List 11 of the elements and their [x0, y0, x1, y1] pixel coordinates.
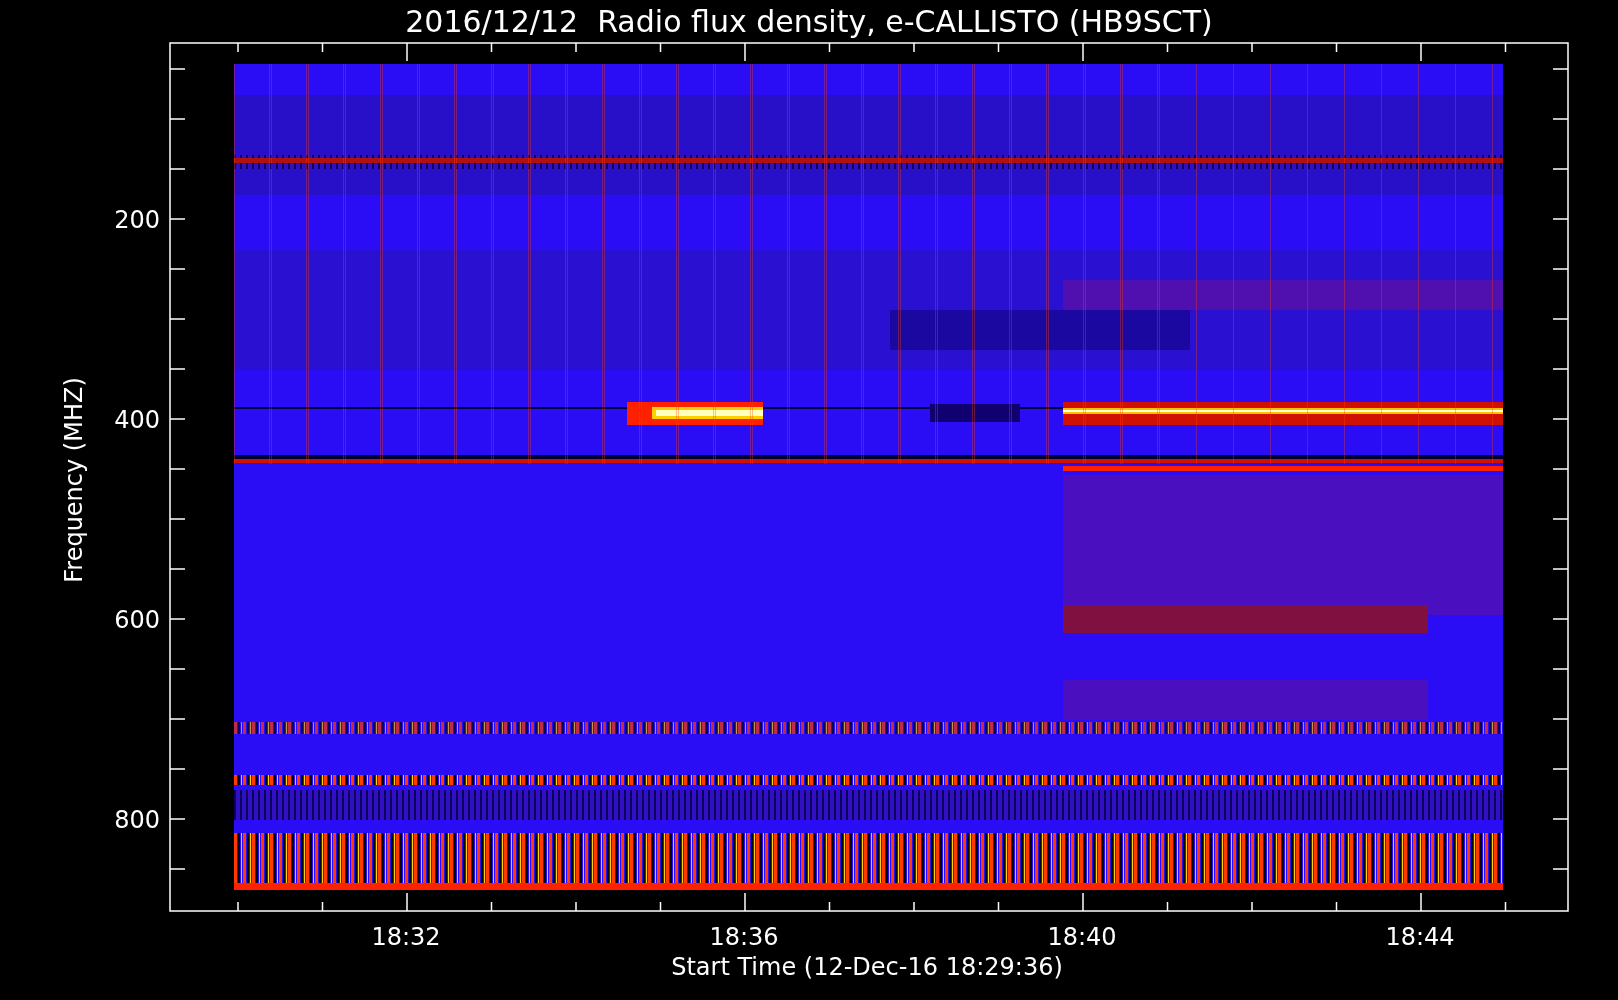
y-tick-label: 400 — [114, 406, 160, 434]
x-tick-label: 18:32 — [371, 923, 441, 951]
x-tick-label: 18:40 — [1047, 923, 1117, 951]
x-tick-label: 18:44 — [1385, 923, 1455, 951]
y-tick-label: 200 — [114, 206, 160, 234]
x-axis-label: Start Time (12-Dec-16 18:29:36) — [671, 953, 1063, 981]
y-tick-label: 600 — [114, 606, 160, 634]
y-axis-label: Frequency (MHZ) — [60, 377, 88, 583]
x-tick-label: 18:36 — [709, 923, 779, 951]
chart-title: 2016/12/12 Radio flux density, e-CALLISTO (HB9SCT) — [405, 4, 1213, 39]
y-tick-label: 800 — [114, 806, 160, 834]
